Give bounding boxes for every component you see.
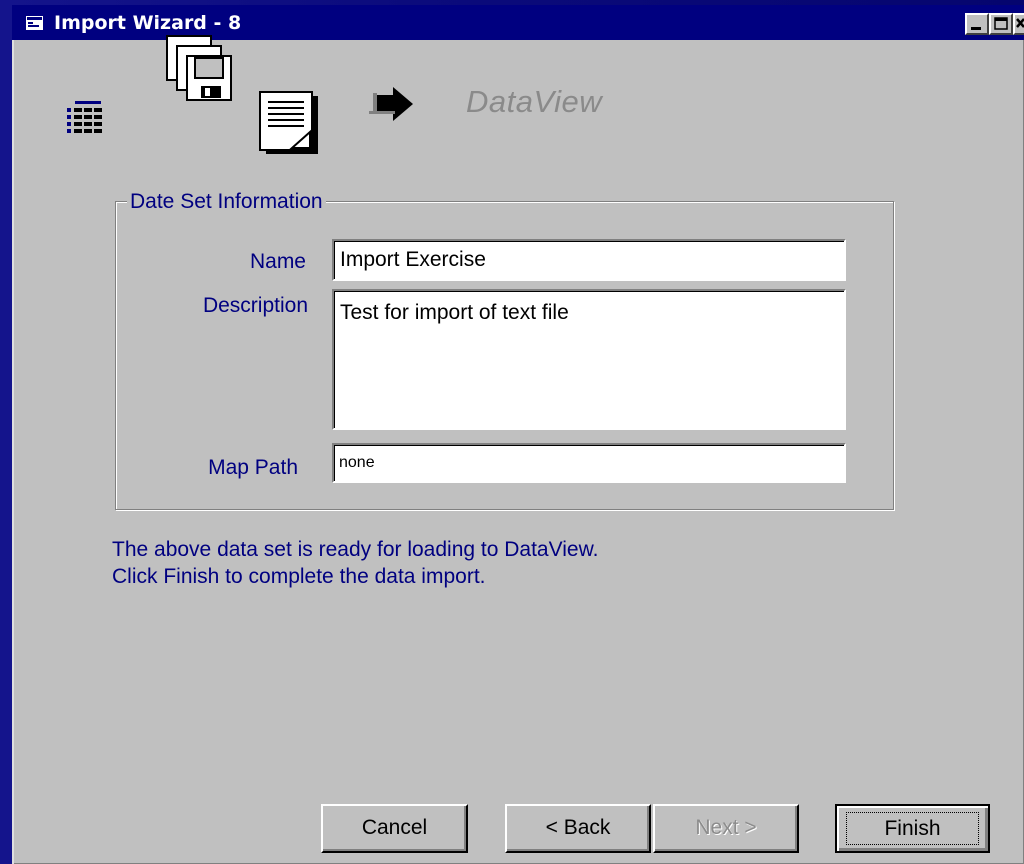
maximize-button[interactable] [989,13,1013,35]
description-label: Description [202,294,308,317]
close-button[interactable] [1013,13,1024,35]
description-textarea[interactable]: Test for import of text file [332,289,846,430]
group-legend: Date Set Information [127,189,326,215]
next-button-disabled: Next > [653,804,799,853]
name-label: Name [249,250,306,273]
title-bar[interactable]: Import Wizard - 8 [12,5,1024,40]
document-icon [259,91,318,154]
minimize-icon [971,27,981,30]
cancel-button[interactable]: Cancel [321,804,468,853]
floppy-disks-icon [166,35,232,101]
finish-button[interactable]: Finish [835,804,990,853]
finish-button-label: Finish [846,812,979,845]
maximize-icon [994,17,1008,30]
brand-logo-text: DataView [466,84,603,119]
import-wizard-window: Import Wizard - 8 DataView Date Set Info… [12,5,1024,864]
map-path-label: Map Path [208,456,298,479]
app-icon [26,16,43,30]
info-message: The above data set is ready for loading … [112,536,598,590]
table-icon [67,101,102,133]
info-line-1: The above data set is ready for loading … [112,538,599,561]
name-input[interactable]: Import Exercise [332,239,846,281]
right-arrow-icon [369,87,413,121]
map-path-input[interactable]: none [332,443,846,483]
close-icon [1016,18,1024,28]
info-line-2: Click Finish to complete the data import… [112,565,486,588]
minimize-button[interactable] [965,13,989,35]
back-button[interactable]: < Back [505,804,651,853]
desktop-background: Import Wizard - 8 DataView Date Set Info… [0,0,1024,864]
